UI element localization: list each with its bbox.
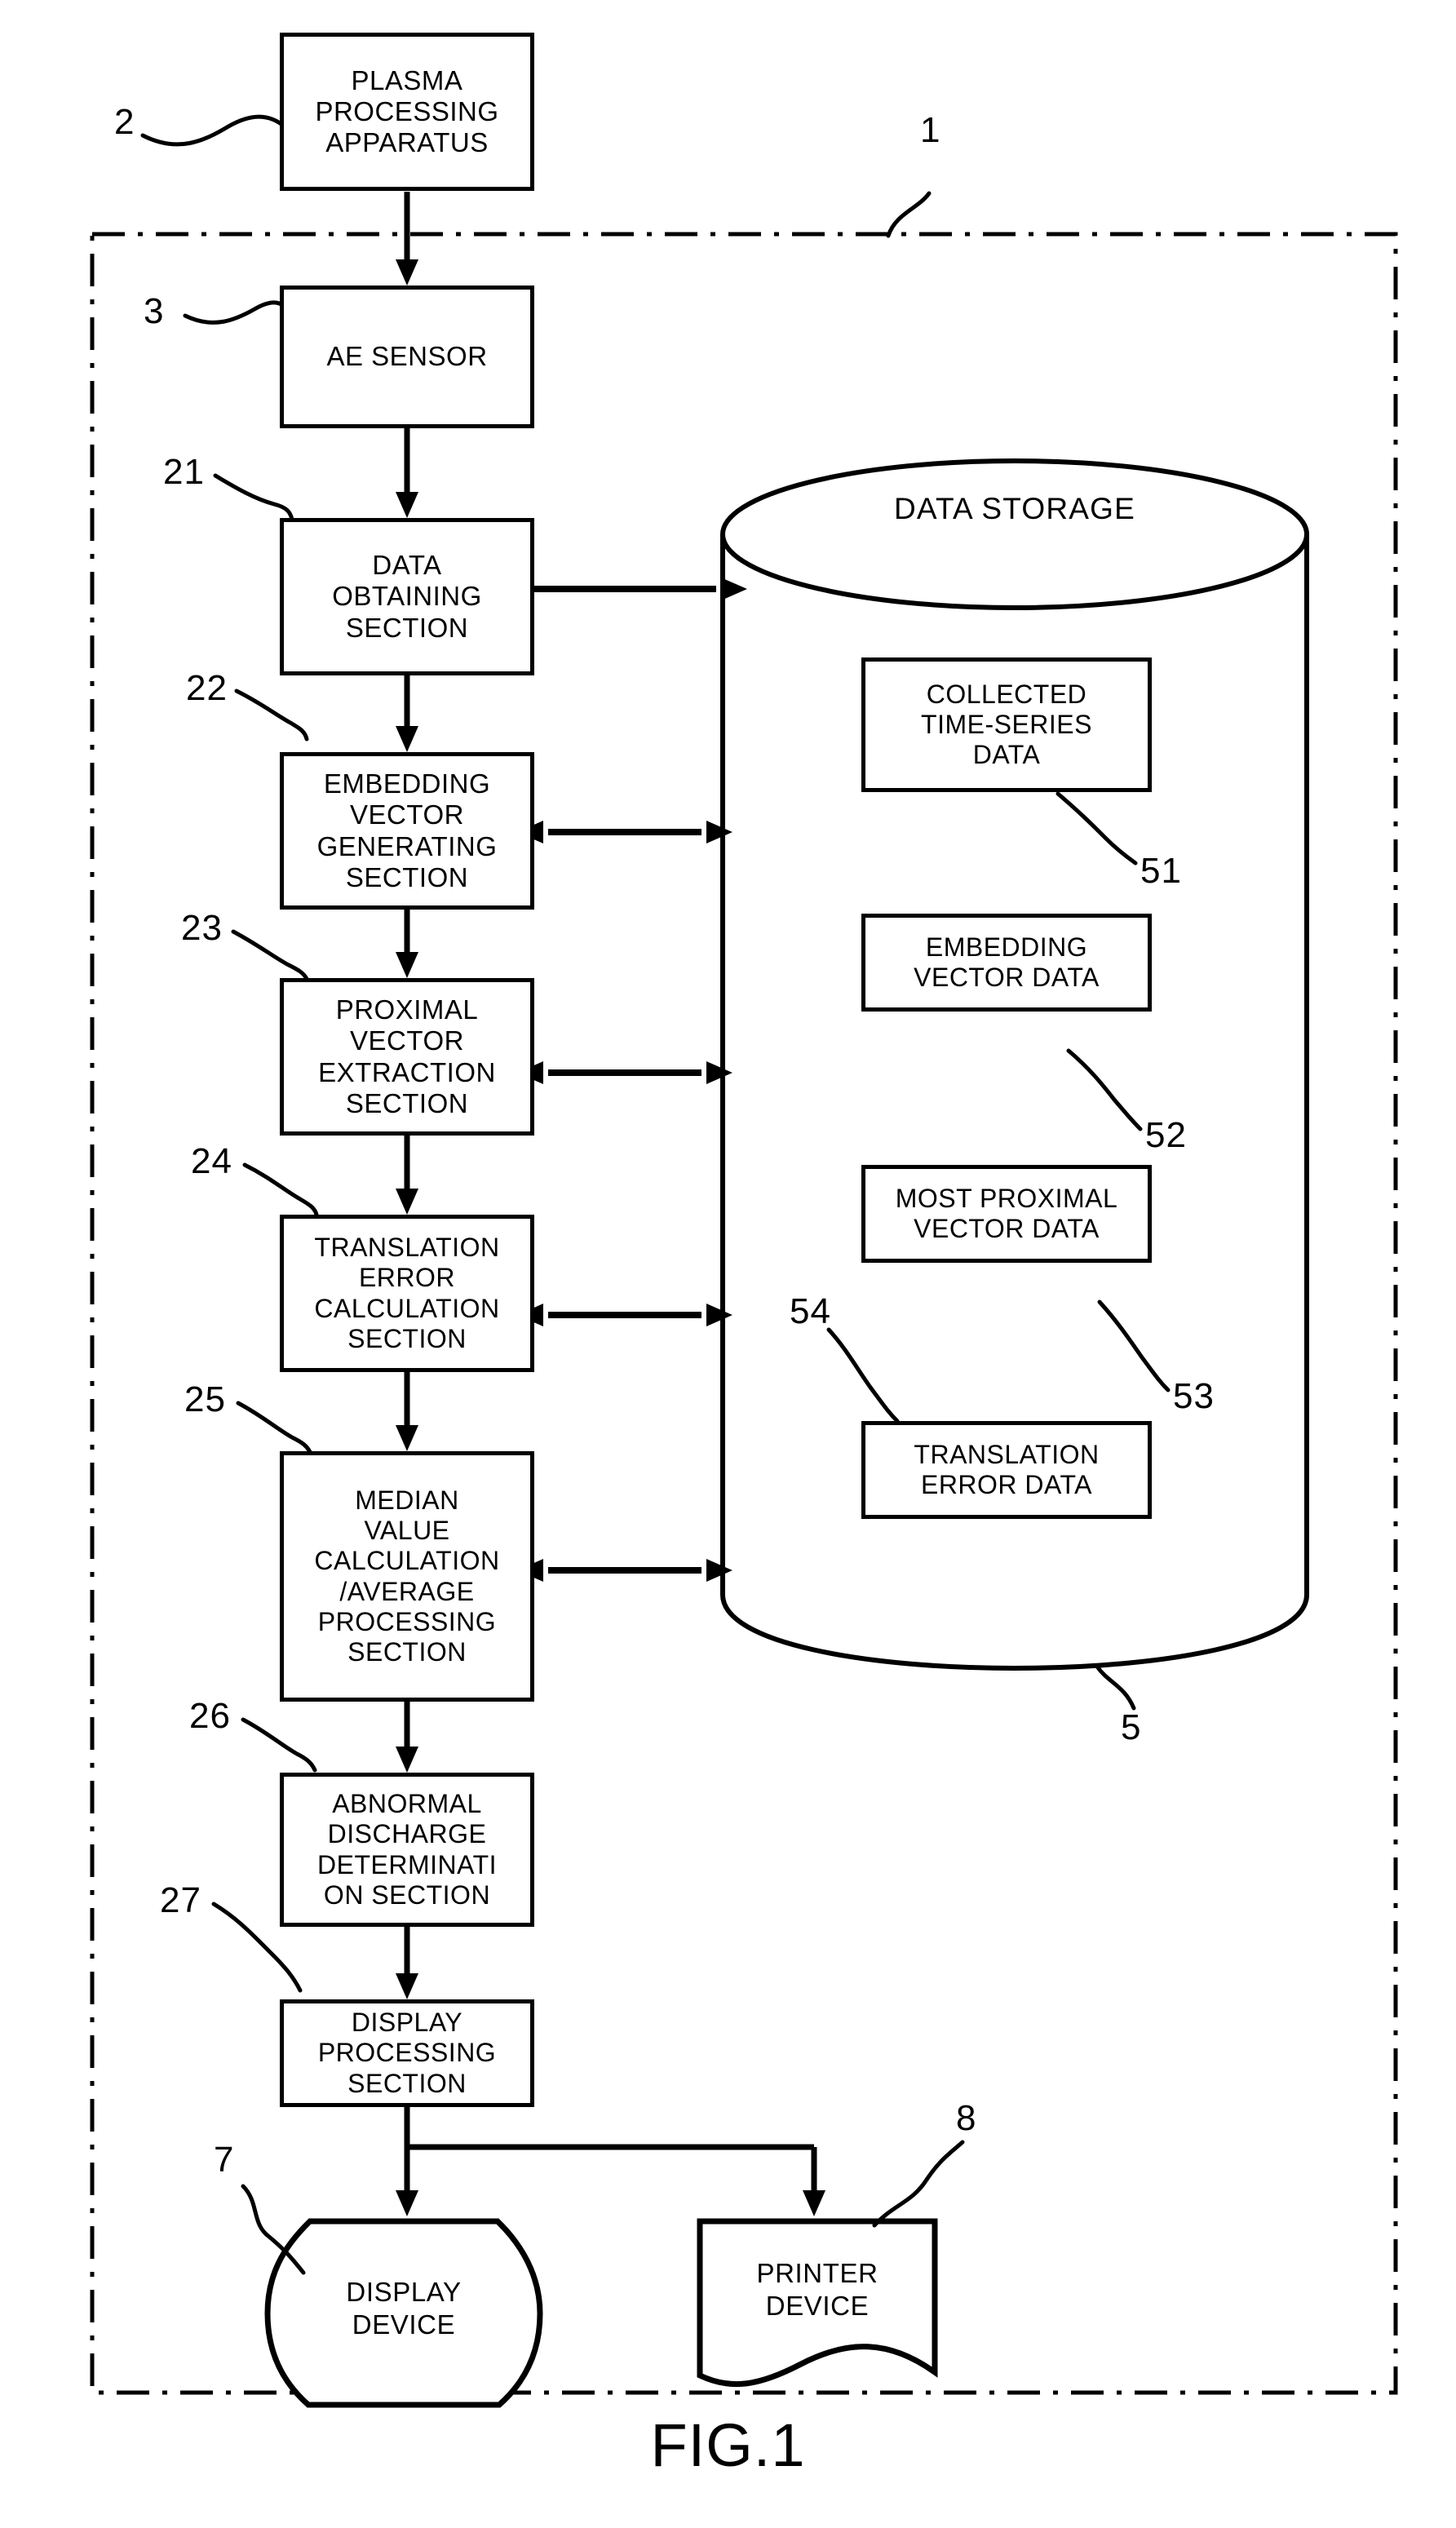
most-proximal-vector-data-label: MOST PROXIMAL VECTOR DATA	[895, 1183, 1118, 1243]
ref-numeral-21: 21	[163, 452, 205, 492]
proximal-vector-extraction-section-box: PROXIMAL VECTOR EXTRACTION SECTION	[280, 978, 534, 1136]
ref-numeral-54: 54	[790, 1291, 831, 1331]
ref-numeral-51: 51	[1140, 851, 1182, 891]
flow-arrow-24-to-25	[396, 1372, 418, 1451]
collected-time-series-data-box: COLLECTED TIME-SERIES DATA	[861, 657, 1152, 792]
ref-numeral-8: 8	[956, 2098, 977, 2138]
leader-26	[241, 1717, 317, 1773]
leader-52	[1066, 1048, 1143, 1131]
leader-22	[234, 688, 309, 742]
ref-numeral-22: 22	[186, 668, 228, 708]
flow-arrow-21-to-22	[396, 675, 418, 752]
bidir-arrow-22-storage	[517, 821, 732, 843]
ae-sensor-box: AE SENSOR	[280, 286, 534, 428]
ref-numeral-3: 3	[144, 291, 165, 331]
embedding-vector-generating-section-box: EMBEDDING VECTOR GENERATING SECTION	[280, 752, 534, 910]
ref-numeral-25: 25	[184, 1379, 226, 1419]
leader-25	[236, 1401, 312, 1454]
plasma-processing-apparatus-label: PLASMA PROCESSING APPARATUS	[315, 64, 499, 158]
leader-8	[872, 2140, 965, 2228]
embedding-vector-data-label: EMBEDDING VECTOR DATA	[914, 932, 1100, 992]
ref-numeral-5: 5	[1121, 1707, 1142, 1747]
ref-numeral-23: 23	[181, 908, 223, 948]
leader-5	[1095, 1664, 1136, 1711]
median-value-calculation-average-processing-section-box: MEDIAN VALUE CALCULATION /AVERAGE PROCES…	[280, 1451, 534, 1702]
collected-time-series-data-label: COLLECTED TIME-SERIES DATA	[921, 679, 1092, 770]
ref-numeral-2: 2	[114, 102, 135, 142]
data-obtaining-section-label: DATA OBTAINING SECTION	[332, 550, 482, 643]
bidir-arrow-23-storage	[517, 1061, 732, 1084]
data-obtaining-section-box: DATA OBTAINING SECTION	[280, 518, 534, 675]
bidir-arrow-24-storage	[517, 1304, 732, 1326]
leader-53	[1097, 1299, 1171, 1392]
most-proximal-vector-data-box: MOST PROXIMAL VECTOR DATA	[861, 1165, 1152, 1263]
proximal-vector-extraction-section-label: PROXIMAL VECTOR EXTRACTION SECTION	[318, 994, 496, 1118]
patent-figure: PLASMA PROCESSING APPARATUS 2 1 AE SENSO…	[0, 0, 1456, 2528]
leader-3	[183, 300, 292, 325]
ref-numeral-24: 24	[191, 1141, 232, 1181]
ref-numeral-7: 7	[214, 2140, 235, 2180]
data-storage-title: DATA STORAGE	[893, 492, 1136, 525]
flow-arrow-27-to-outputs	[396, 2107, 825, 2216]
flow-arrow-apparatus-to-sensor	[396, 192, 418, 286]
flow-arrow-sensor-to-data-obtaining	[396, 428, 418, 518]
ref-numeral-53: 53	[1173, 1376, 1215, 1416]
display-processing-section-box: DISPLAY PROCESSING SECTION	[280, 1999, 534, 2107]
leader-21	[213, 473, 294, 522]
ae-sensor-label: AE SENSOR	[326, 341, 488, 372]
bidir-arrow-21-storage	[529, 578, 747, 600]
translation-error-data-label: TRANSLATION ERROR DATA	[914, 1439, 1100, 1499]
median-value-calculation-average-processing-section-label: MEDIAN VALUE CALCULATION /AVERAGE PROCES…	[314, 1485, 500, 1667]
flow-arrow-22-to-23	[396, 910, 418, 978]
ref-numeral-52: 52	[1145, 1115, 1187, 1155]
plasma-processing-apparatus-box: PLASMA PROCESSING APPARATUS	[280, 33, 534, 191]
bidir-arrow-25-storage	[517, 1559, 732, 1582]
abnormal-discharge-determination-section-label: ABNORMAL DISCHARGE DETERMINATI ON SECTIO…	[316, 1789, 497, 1910]
printer-device-label: PRINTER DEVICE	[756, 2258, 878, 2321]
leader-54	[826, 1327, 900, 1423]
figure-caption: FIG.1	[650, 2411, 806, 2479]
translation-error-calculation-section-box: TRANSLATION ERROR CALCULATION SECTION	[280, 1215, 534, 1372]
translation-error-calculation-section-label: TRANSLATION ERROR CALCULATION SECTION	[314, 1233, 500, 1353]
leader-51	[1055, 791, 1138, 866]
ref-numeral-27: 27	[160, 1880, 201, 1920]
ref-numeral-26: 26	[189, 1696, 231, 1736]
flow-arrow-26-to-27	[396, 1927, 418, 1999]
embedding-vector-data-box: EMBEDDING VECTOR DATA	[861, 914, 1152, 1012]
ref-numeral-1: 1	[920, 110, 941, 150]
leader-7	[241, 2184, 306, 2275]
leader-24	[242, 1162, 319, 1217]
display-processing-section-label: DISPLAY PROCESSING SECTION	[317, 2008, 497, 2098]
display-device-label: DISPLAY DEVICE	[346, 2277, 462, 2340]
flow-arrow-25-to-26	[396, 1702, 418, 1773]
embedding-vector-generating-section-label: EMBEDDING VECTOR GENERATING SECTION	[316, 768, 498, 892]
translation-error-data-box: TRANSLATION ERROR DATA	[861, 1421, 1152, 1519]
leader-2	[140, 114, 288, 147]
leader-23	[231, 929, 309, 981]
flow-arrow-23-to-24	[396, 1136, 418, 1215]
leader-1	[886, 191, 932, 238]
abnormal-discharge-determination-section-box: ABNORMAL DISCHARGE DETERMINATI ON SECTIO…	[280, 1773, 534, 1927]
